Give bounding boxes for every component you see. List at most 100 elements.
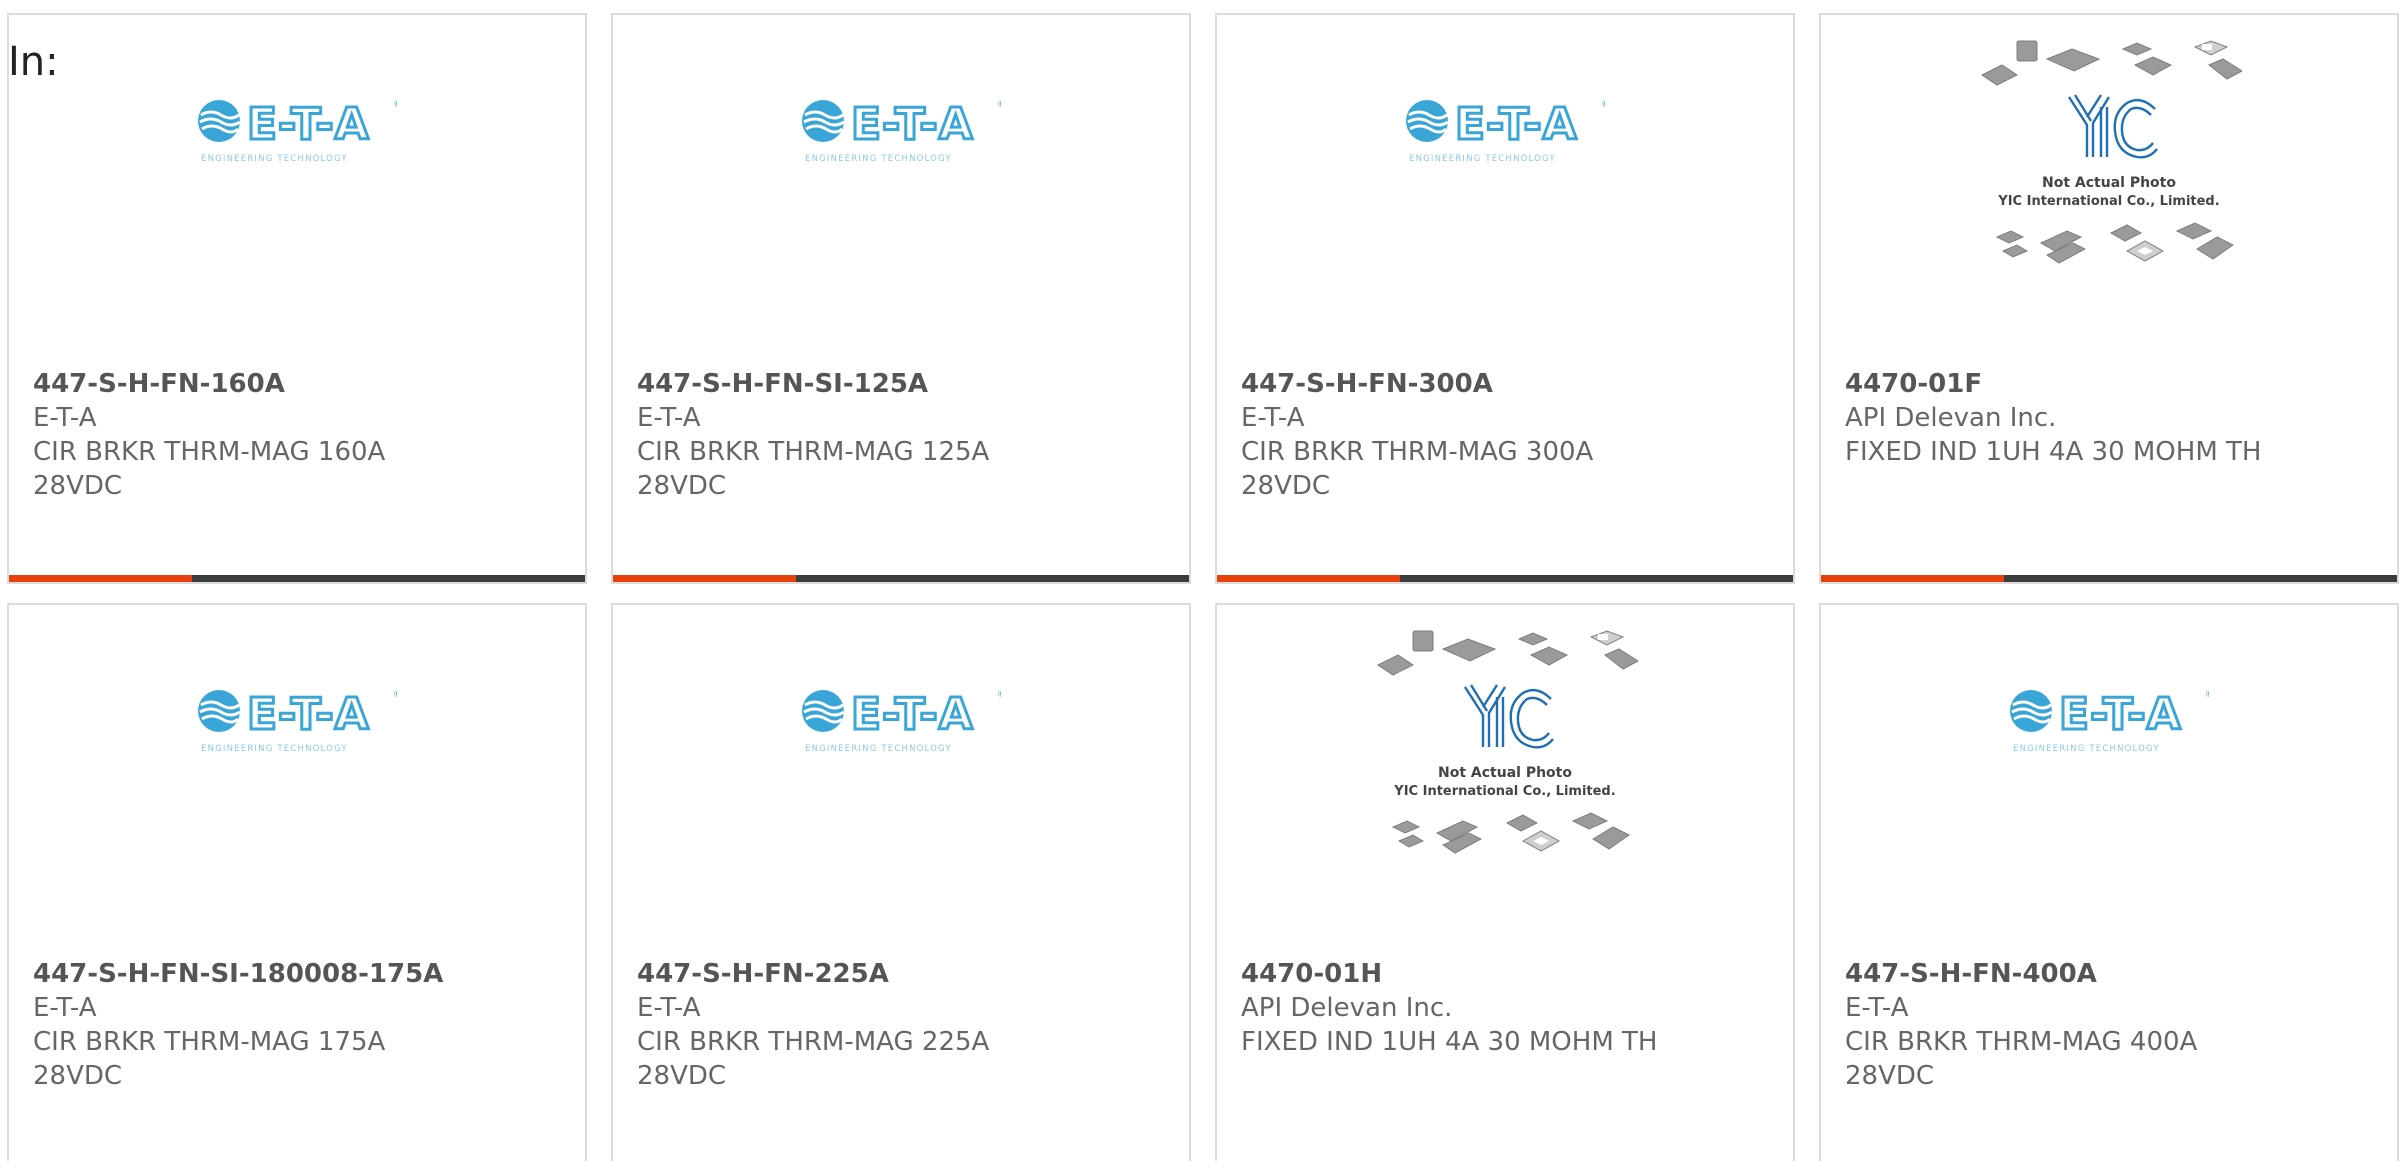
product-info: 447-S-H-FN-SI-125A E-T-A CIR BRKR THRM-MAG… [637, 367, 1169, 503]
dark-segment [192, 575, 585, 582]
part-number-link[interactable]: 4470-01H [1241, 957, 1773, 991]
yic-not-actual-photo-image: Not Actual Photo YIC International Co., … [1376, 630, 1638, 854]
product-info: 447-S-H-FN-160A E-T-A CIR BRKR THRM-MAG 16… [33, 367, 565, 503]
product-image[interactable]: E-T-A ® ENGINEERING TECHNOLOGY [9, 95, 585, 285]
svg-text:ENGINEERING TECHNOLOGY: ENGINEERING TECHNOLOGY [2013, 744, 2160, 754]
accent-segment [613, 575, 796, 582]
product-description: CIR BRKR THRM-MAG 175A 28VDC [33, 1027, 386, 1091]
svg-text:®: ® [1601, 100, 1605, 110]
eta-globe-icon [802, 690, 845, 732]
svg-text:YIC International Co., Limited: YIC International Co., Limited. [1393, 784, 1615, 799]
part-number-link[interactable]: 4470-01F [1845, 367, 2377, 401]
accent-segment [1821, 575, 2004, 582]
product-description: CIR BRKR THRM-MAG 400A 28VDC [1845, 1027, 2198, 1091]
card-accent-bar [1821, 575, 2397, 582]
eta-logo: E-T-A ® ENGINEERING TECHNOLOGY [1406, 98, 1605, 164]
manufacturer-label: E-T-A [637, 993, 701, 1023]
eta-globe-icon [802, 100, 845, 142]
svg-text:®: ® [2205, 690, 2209, 700]
page-heading: In: [8, 39, 59, 85]
product-card[interactable]: E-T-A ® ENGINEERING TECHNOLOGY 447-S-H-F… [7, 13, 587, 584]
accent-segment [9, 575, 192, 582]
product-info: 4470-01F API Delevan Inc. FIXED IND 1UH 4A… [1845, 367, 2377, 469]
part-number-link[interactable]: 447-S-H-FN-400A [1845, 957, 2377, 991]
manufacturer-label: E-T-A [1845, 993, 1909, 1023]
svg-text:ENGINEERING TECHNOLOGY: ENGINEERING TECHNOLOGY [805, 154, 952, 164]
eta-globe-icon [1406, 100, 1449, 142]
product-card[interactable]: E-T-A ® ENGINEERING TECHNOLOGY 447-S-H-F… [1215, 13, 1795, 584]
product-info: 447-S-H-FN-225A E-T-A CIR BRKR THRM-MAG 22… [637, 957, 1169, 1093]
product-description: CIR BRKR THRM-MAG 125A 28VDC [637, 437, 990, 501]
product-description: CIR BRKR THRM-MAG 160A 28VDC [33, 437, 386, 501]
product-info: 447-S-H-FN-300A E-T-A CIR BRKR THRM-MAG 30… [1241, 367, 1773, 503]
product-description: FIXED IND 1UH 4A 30 MOHM TH [1845, 437, 2262, 467]
part-number-link[interactable]: 447-S-H-FN-SI-180008-175A [33, 957, 565, 991]
svg-text:Not Actual Photo: Not Actual Photo [2042, 175, 2176, 191]
part-number-link[interactable]: 447-S-H-FN-160A [33, 367, 565, 401]
yic-not-actual-photo-image: Not Actual Photo YIC International Co., … [1980, 40, 2242, 264]
eta-logo: E-T-A ® ENGINEERING TECHNOLOGY [2010, 688, 2209, 754]
svg-text:E-T-A: E-T-A [1455, 99, 1578, 150]
dark-segment [1400, 575, 1793, 582]
manufacturer-label: E-T-A [33, 993, 97, 1023]
eta-logo: E-T-A ® ENGINEERING TECHNOLOGY [802, 688, 1001, 754]
svg-text:E-T-A: E-T-A [247, 689, 370, 740]
eta-logo: E-T-A ® ENGINEERING TECHNOLOGY [198, 98, 397, 164]
card-accent-bar [9, 575, 585, 582]
svg-text:E-T-A: E-T-A [851, 689, 974, 740]
svg-text:®: ® [997, 100, 1001, 110]
product-image[interactable]: E-T-A ® ENGINEERING TECHNOLOGY [1217, 95, 1793, 285]
product-info: 447-S-H-FN-400A E-T-A CIR BRKR THRM-MAG 40… [1845, 957, 2377, 1093]
eta-logo: E-T-A ® ENGINEERING TECHNOLOGY [198, 688, 397, 754]
part-number-link[interactable]: 447-S-H-FN-225A [637, 957, 1169, 991]
accent-segment [1217, 575, 1400, 582]
dark-segment [796, 575, 1189, 582]
part-number-link[interactable]: 447-S-H-FN-300A [1241, 367, 1773, 401]
svg-text:E-T-A: E-T-A [247, 99, 370, 150]
dark-segment [2004, 575, 2397, 582]
product-info: 4470-01H API Delevan Inc. FIXED IND 1UH 4A… [1241, 957, 1773, 1059]
svg-text:ENGINEERING TECHNOLOGY: ENGINEERING TECHNOLOGY [201, 154, 348, 164]
product-description: FIXED IND 1UH 4A 30 MOHM TH [1241, 1027, 1658, 1057]
svg-text:®: ® [393, 100, 397, 110]
card-accent-bar [613, 575, 1189, 582]
card-accent-bar [1217, 575, 1793, 582]
svg-text:ENGINEERING TECHNOLOGY: ENGINEERING TECHNOLOGY [1409, 154, 1556, 164]
manufacturer-label: API Delevan Inc. [1845, 403, 2057, 433]
chip-cluster-icon [1376, 630, 1638, 854]
product-card[interactable]: E-T-A ® ENGINEERING TECHNOLOGY 447-S-H-F… [7, 603, 587, 1161]
product-card[interactable]: Not Actual Photo YIC International Co., … [1215, 603, 1795, 1161]
product-card[interactable]: E-T-A ® ENGINEERING TECHNOLOGY 447-S-H-F… [611, 603, 1191, 1161]
product-info: 447-S-H-FN-SI-180008-175A E-T-A CIR BRKR T… [33, 957, 565, 1093]
manufacturer-label: E-T-A [33, 403, 97, 433]
product-image[interactable]: E-T-A ® ENGINEERING TECHNOLOGY [613, 685, 1189, 875]
product-card[interactable]: E-T-A ® ENGINEERING TECHNOLOGY 447-S-H-F… [611, 13, 1191, 584]
product-card[interactable]: Not Actual Photo YIC International Co., … [1819, 13, 2399, 584]
part-number-link[interactable]: 447-S-H-FN-SI-125A [637, 367, 1169, 401]
svg-text:Not Actual Photo: Not Actual Photo [1438, 765, 1572, 781]
yic-wordmark [2067, 94, 2158, 159]
product-description: CIR BRKR THRM-MAG 225A 28VDC [637, 1027, 990, 1091]
product-image[interactable]: E-T-A ® ENGINEERING TECHNOLOGY [9, 685, 585, 875]
product-image[interactable]: E-T-A ® ENGINEERING TECHNOLOGY [1821, 685, 2397, 875]
product-card[interactable]: E-T-A ® ENGINEERING TECHNOLOGY 447-S-H-F… [1819, 603, 2399, 1161]
svg-text:®: ® [997, 690, 1001, 700]
eta-globe-icon [2010, 690, 2053, 732]
eta-globe-icon [198, 100, 241, 142]
svg-text:YIC International Co., Limited: YIC International Co., Limited. [1997, 194, 2219, 209]
svg-text:®: ® [393, 690, 397, 700]
manufacturer-label: E-T-A [1241, 403, 1305, 433]
eta-globe-icon [198, 690, 241, 732]
svg-text:E-T-A: E-T-A [2059, 689, 2182, 740]
manufacturer-label: API Delevan Inc. [1241, 993, 1453, 1023]
product-description: CIR BRKR THRM-MAG 300A 28VDC [1241, 437, 1594, 501]
svg-text:ENGINEERING TECHNOLOGY: ENGINEERING TECHNOLOGY [805, 744, 952, 754]
eta-logo: E-T-A ® ENGINEERING TECHNOLOGY [802, 98, 1001, 164]
product-grid-page: In: E-T-A ® ENGINEERING TECHNOLOGY 447-S… [0, 0, 2400, 1161]
product-image[interactable]: E-T-A ® ENGINEERING TECHNOLOGY [613, 95, 1189, 285]
chip-cluster-icon [1980, 40, 2242, 264]
product-image[interactable]: Not Actual Photo YIC International Co., … [1821, 40, 2397, 285]
product-image[interactable]: Not Actual Photo YIC International Co., … [1217, 630, 1793, 875]
svg-text:ENGINEERING TECHNOLOGY: ENGINEERING TECHNOLOGY [201, 744, 348, 754]
yic-wordmark [1463, 684, 1554, 749]
